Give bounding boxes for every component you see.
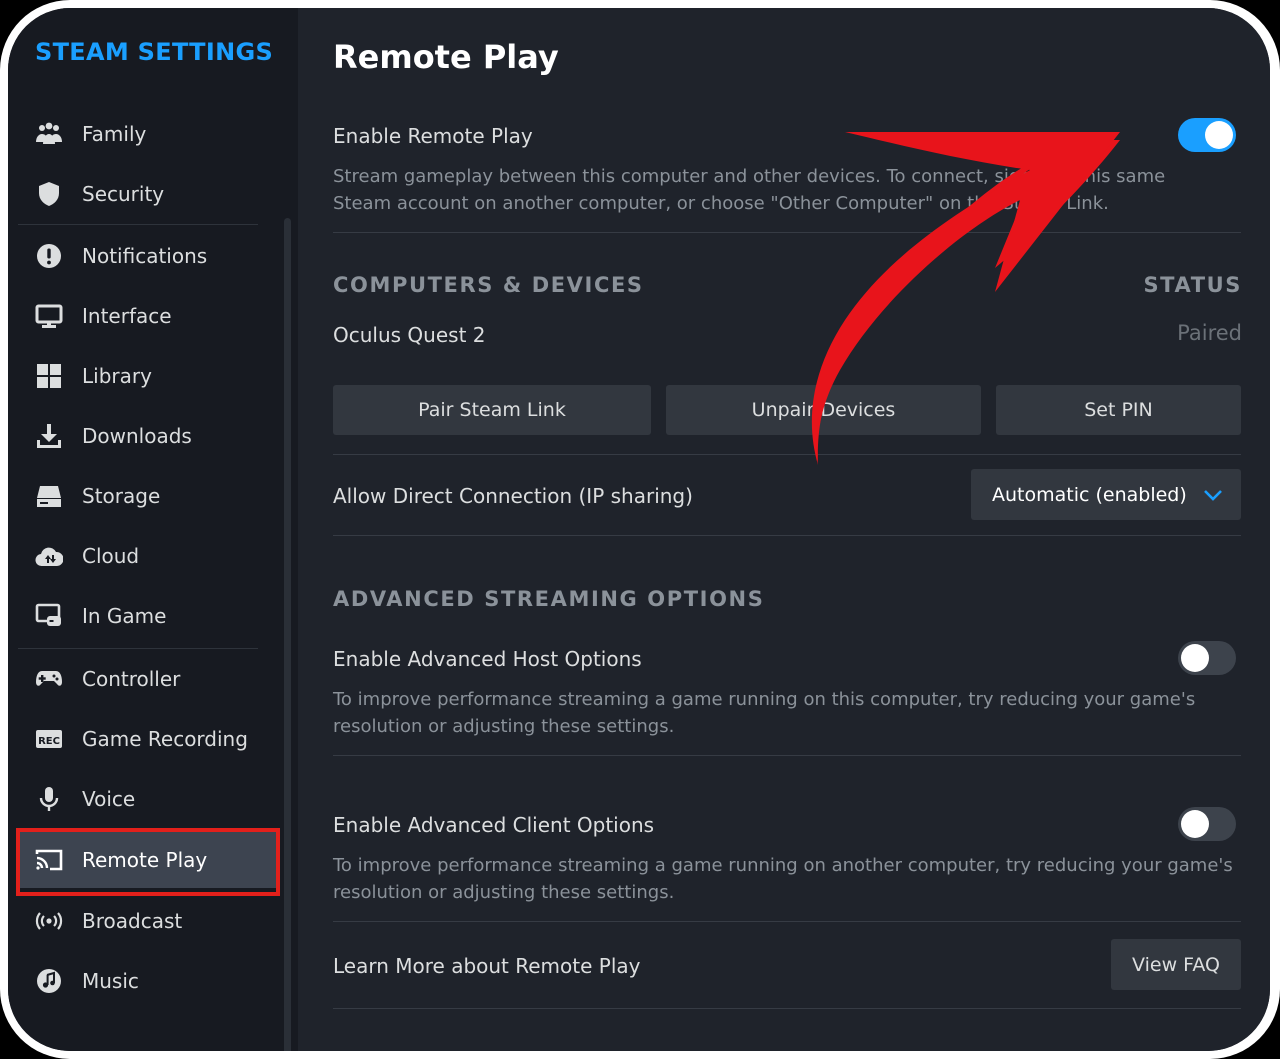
advanced-client-label: Enable Advanced Client Options bbox=[333, 813, 655, 837]
sidebar-item-label: Interface bbox=[82, 304, 172, 328]
cloud-icon bbox=[34, 541, 64, 571]
direct-connection-label: Allow Direct Connection (IP sharing) bbox=[333, 484, 693, 508]
sidebar-item-label: Storage bbox=[82, 484, 161, 508]
monitor-icon bbox=[34, 301, 64, 331]
sidebar-item-label: Game Recording bbox=[82, 727, 248, 751]
settings-window: STEAM SETTINGS Family Security Notificat… bbox=[8, 8, 1270, 1051]
divider bbox=[333, 232, 1241, 233]
sidebar-item-storage[interactable]: Storage bbox=[18, 468, 278, 524]
sidebar-title: STEAM SETTINGS bbox=[35, 38, 274, 66]
page-title: Remote Play bbox=[333, 38, 559, 76]
sidebar-item-label: Downloads bbox=[82, 424, 192, 448]
toggle-knob bbox=[1205, 121, 1233, 149]
sidebar-item-controller[interactable]: Controller bbox=[18, 651, 278, 707]
chevron-down-icon bbox=[1203, 488, 1223, 502]
divider bbox=[333, 921, 1241, 922]
screenshot-frame: STEAM SETTINGS Family Security Notificat… bbox=[0, 0, 1280, 1059]
advanced-heading: ADVANCED STREAMING OPTIONS bbox=[333, 587, 765, 611]
status-heading: STATUS bbox=[1143, 273, 1242, 297]
alert-icon bbox=[34, 241, 64, 271]
grid-icon bbox=[34, 361, 64, 391]
description-line: Steam account on another computer, or ch… bbox=[333, 193, 1109, 214]
drive-icon bbox=[34, 481, 64, 511]
sidebar-item-label: Remote Play bbox=[82, 848, 208, 872]
microphone-icon bbox=[34, 784, 64, 814]
family-icon bbox=[34, 119, 64, 149]
cast-icon bbox=[34, 845, 64, 875]
sidebar-item-label: Voice bbox=[82, 787, 136, 811]
enable-remote-play-description: Stream gameplay between this computer an… bbox=[333, 163, 1165, 217]
sidebar-divider bbox=[18, 648, 258, 649]
device-name: Oculus Quest 2 bbox=[333, 323, 486, 347]
rec-icon: REC bbox=[34, 724, 64, 754]
gamepad-icon bbox=[34, 664, 64, 694]
sidebar-item-downloads[interactable]: Downloads bbox=[18, 408, 278, 464]
enable-remote-play-label: Enable Remote Play bbox=[333, 124, 533, 148]
music-icon bbox=[34, 966, 64, 996]
description-line: To improve performance streaming a game … bbox=[333, 855, 1233, 876]
device-status: Paired bbox=[1177, 321, 1242, 345]
sidebar-item-cloud[interactable]: Cloud bbox=[18, 528, 278, 584]
sidebar-item-in-game[interactable]: In Game bbox=[18, 588, 278, 644]
sidebar-item-label: Security bbox=[82, 182, 165, 206]
devices-heading: COMPUTERS & DEVICES bbox=[333, 273, 644, 297]
sidebar-item-label: Notifications bbox=[82, 244, 208, 268]
sidebar-item-label: Library bbox=[82, 364, 152, 388]
advanced-host-label: Enable Advanced Host Options bbox=[333, 647, 642, 671]
advanced-client-description: To improve performance streaming a game … bbox=[333, 852, 1233, 906]
sidebar-item-label: Broadcast bbox=[82, 909, 183, 933]
sidebar-item-broadcast[interactable]: Broadcast bbox=[18, 893, 278, 949]
shield-icon bbox=[34, 179, 64, 209]
pair-steam-link-button[interactable]: Pair Steam Link bbox=[333, 385, 651, 435]
set-pin-button[interactable]: Set PIN bbox=[996, 385, 1241, 435]
description-line: To improve performance streaming a game … bbox=[333, 689, 1196, 710]
sidebar-item-label: Music bbox=[82, 969, 139, 993]
divider bbox=[333, 755, 1241, 756]
sidebar-item-label: Cloud bbox=[82, 544, 140, 568]
sidebar-item-security[interactable]: Security bbox=[18, 166, 278, 222]
settings-content: Remote Play Enable Remote Play Stream ga… bbox=[298, 8, 1270, 1051]
sidebar-item-family[interactable]: Family bbox=[18, 106, 278, 162]
svg-text:REC: REC bbox=[38, 736, 60, 747]
sidebar-item-library[interactable]: Library bbox=[18, 348, 278, 404]
in-game-icon bbox=[34, 601, 64, 631]
broadcast-icon bbox=[34, 906, 64, 936]
dropdown-value: Automatic (enabled) bbox=[992, 483, 1187, 506]
sidebar-item-label: In Game bbox=[82, 604, 167, 628]
advanced-host-description: To improve performance streaming a game … bbox=[333, 686, 1195, 740]
sidebar-item-music[interactable]: Music bbox=[18, 953, 278, 1009]
sidebar-item-notifications[interactable]: Notifications bbox=[18, 228, 278, 284]
description-line: resolution or adjusting these settings. bbox=[333, 882, 675, 903]
sidebar-scrollbar[interactable] bbox=[284, 218, 291, 1051]
toggle-knob bbox=[1181, 810, 1209, 838]
advanced-client-toggle[interactable] bbox=[1178, 807, 1236, 841]
sidebar-item-remote-play[interactable]: Remote Play bbox=[16, 828, 280, 896]
download-icon bbox=[34, 421, 64, 451]
learn-more-label: Learn More about Remote Play bbox=[333, 954, 641, 978]
sidebar-item-game-recording[interactable]: REC Game Recording bbox=[18, 711, 278, 767]
sidebar-item-interface[interactable]: Interface bbox=[18, 288, 278, 344]
unpair-devices-button[interactable]: Unpair Devices bbox=[666, 385, 981, 435]
sidebar-item-label: Family bbox=[82, 122, 147, 146]
sidebar-item-voice[interactable]: Voice bbox=[18, 771, 278, 827]
divider bbox=[333, 1008, 1241, 1009]
divider bbox=[333, 454, 1241, 455]
sidebar-divider bbox=[18, 224, 258, 225]
view-faq-button[interactable]: View FAQ bbox=[1111, 939, 1241, 990]
toggle-knob bbox=[1181, 644, 1209, 672]
description-line: Stream gameplay between this computer an… bbox=[333, 166, 1166, 187]
enable-remote-play-toggle[interactable] bbox=[1178, 118, 1236, 152]
sidebar-item-label: Controller bbox=[82, 667, 181, 691]
direct-connection-dropdown[interactable]: Automatic (enabled) bbox=[971, 469, 1241, 520]
advanced-host-toggle[interactable] bbox=[1178, 641, 1236, 675]
divider bbox=[333, 535, 1241, 536]
description-line: resolution or adjusting these settings. bbox=[333, 716, 675, 737]
settings-sidebar: STEAM SETTINGS Family Security Notificat… bbox=[8, 8, 298, 1051]
